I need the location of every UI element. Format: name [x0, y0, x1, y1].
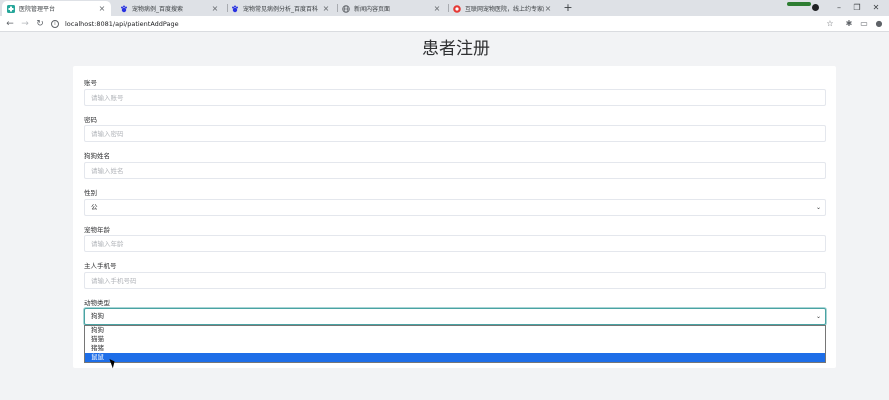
tab-news[interactable]: 新闻内容页面 ×	[337, 1, 446, 16]
account-input[interactable]	[84, 89, 826, 106]
tab-title: 新闻内容页面	[354, 6, 391, 13]
owner-phone-input[interactable]	[84, 272, 826, 289]
hospital-icon	[7, 4, 15, 13]
profile-icon[interactable]: ●	[873, 18, 885, 30]
dog-name-label: 狗狗姓名	[84, 152, 110, 160]
tab-baidu-search[interactable]: 宠物病例_百度搜索 ×	[115, 1, 224, 16]
info-icon[interactable]: i	[51, 20, 59, 28]
tab-title: 宠物病例_百度搜索	[132, 6, 184, 13]
sidebar-panel-icon[interactable]: ▭	[858, 18, 870, 30]
animal-type-select[interactable]: 狗狗 ⌄	[84, 308, 826, 325]
tab-title: 互联网宠物医院，线上约专家问	[465, 6, 544, 13]
pet-hospital-icon	[453, 4, 461, 13]
pet-age-label: 宠物年龄	[84, 226, 110, 234]
close-tab-icon[interactable]: ×	[211, 4, 219, 13]
gender-select[interactable]: 公 ⌄	[84, 199, 826, 216]
extension-badge	[787, 2, 811, 6]
option-dog[interactable]: 狗狗	[85, 326, 825, 335]
close-tab-icon[interactable]: ×	[322, 4, 330, 13]
animal-type-label: 动物类型	[84, 299, 110, 307]
profile-avatar[interactable]	[812, 4, 819, 11]
gender-select-value: 公	[91, 203, 98, 211]
account-label: 账号	[84, 79, 97, 87]
dog-name-input[interactable]	[84, 162, 826, 179]
restore-window-icon[interactable]: ❐	[848, 0, 866, 16]
new-tab-button[interactable]: +	[561, 1, 575, 15]
reload-icon[interactable]: ↻	[34, 18, 46, 30]
tab-strip: 医院管理平台 × 宠物病例_百度搜索 × 宠物常见病例分析_百度百科 × 新闻内…	[0, 0, 889, 16]
option-pig[interactable]: 猪猪	[85, 344, 825, 353]
forward-arrow-icon[interactable]: →	[19, 18, 31, 30]
baike-icon	[231, 5, 239, 13]
chevron-down-icon: ⌄	[815, 204, 821, 211]
bookmark-star-icon[interactable]: ☆	[824, 18, 836, 30]
browser-toolbar: ← → ↻ i localhost:8081/api/patientAddPag…	[0, 16, 889, 32]
globe-icon	[342, 4, 350, 13]
animal-type-select-value: 狗狗	[91, 312, 104, 320]
tab-pet-hospital[interactable]: 互联网宠物医院，线上约专家问 ×	[448, 1, 557, 16]
animal-type-dropdown: 狗狗 猫猫 猪猪 鼠鼠	[84, 325, 826, 363]
gender-label: 性别	[84, 189, 97, 197]
password-label: 密码	[84, 116, 97, 124]
back-arrow-icon[interactable]: ←	[4, 18, 16, 30]
url-text[interactable]: localhost:8081/api/patientAddPage	[65, 20, 179, 28]
minimize-window-icon[interactable]: –	[830, 0, 848, 16]
close-tab-icon[interactable]: ×	[98, 4, 106, 13]
tab-title: 医院管理平台	[19, 6, 56, 13]
close-window-icon[interactable]: ✕	[867, 0, 885, 16]
address-bar[interactable]: i localhost:8081/api/patientAddPage	[51, 17, 841, 31]
tab-baike[interactable]: 宠物常见病例分析_百度百科 ×	[226, 1, 335, 16]
page-title: 患者注册	[422, 39, 490, 59]
close-tab-icon[interactable]: ×	[544, 4, 552, 13]
extensions-puzzle-icon[interactable]: ✱	[843, 18, 855, 30]
owner-phone-label: 主人手机号	[84, 262, 117, 270]
pet-age-input[interactable]	[84, 235, 826, 252]
option-mouse[interactable]: 鼠鼠	[85, 353, 825, 362]
baidu-paw-icon	[120, 5, 128, 13]
password-input[interactable]	[84, 125, 826, 142]
close-tab-icon[interactable]: ×	[433, 4, 441, 13]
option-cat[interactable]: 猫猫	[85, 335, 825, 344]
tab-title: 宠物常见病例分析_百度百科	[243, 6, 319, 13]
tab-hospital-platform[interactable]: 医院管理平台 ×	[2, 1, 111, 16]
chevron-down-icon: ⌄	[815, 313, 821, 320]
